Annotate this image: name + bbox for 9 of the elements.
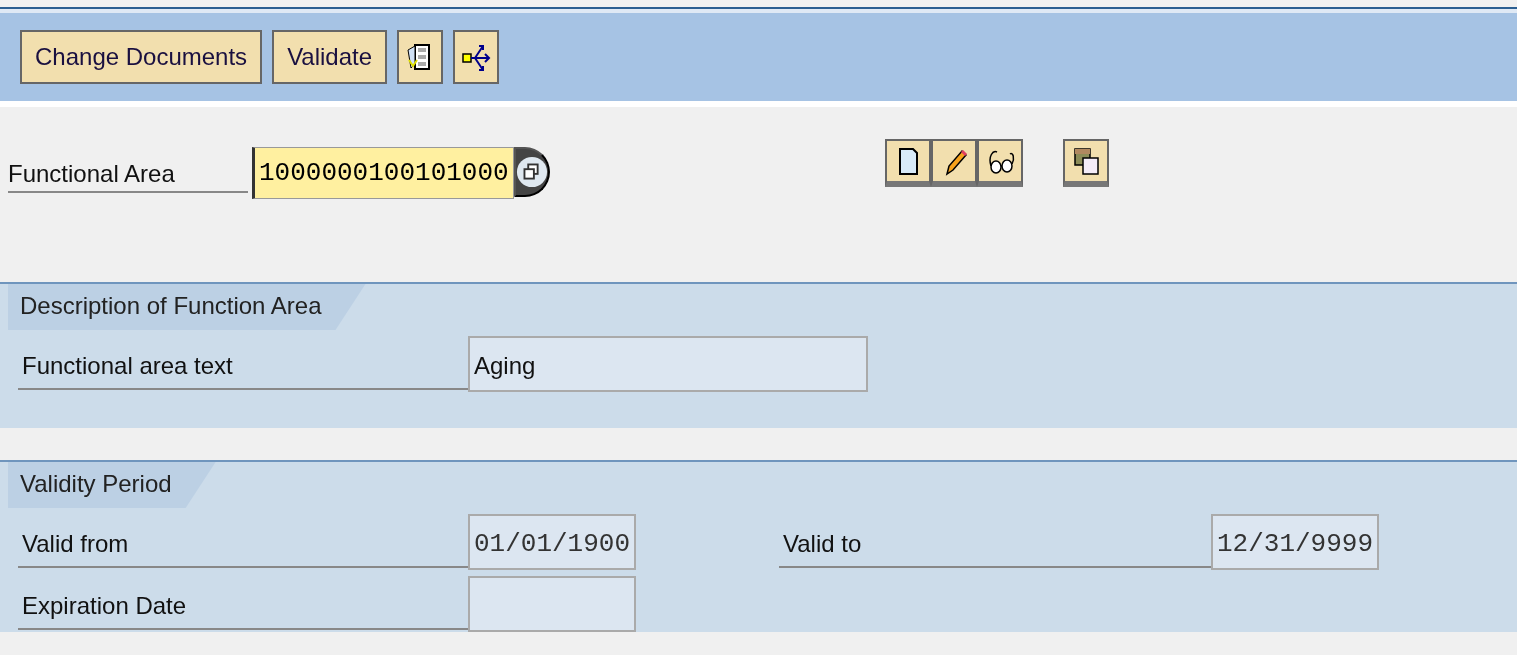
input-field[interactable]: 12/31/9999	[1211, 514, 1379, 570]
section-title: Validity Period	[8, 462, 216, 508]
section-title: Description of Function Area	[8, 284, 366, 330]
input-field[interactable]: Aging	[468, 336, 868, 392]
input-field[interactable]: 01/01/1900	[468, 514, 636, 570]
toolbar-button[interactable]: Change Documents	[20, 30, 263, 84]
input-field[interactable]: 1000000100101000	[252, 147, 514, 199]
field-label: Functional Area	[8, 147, 248, 193]
toolbar-button[interactable]: Validate	[272, 30, 388, 84]
